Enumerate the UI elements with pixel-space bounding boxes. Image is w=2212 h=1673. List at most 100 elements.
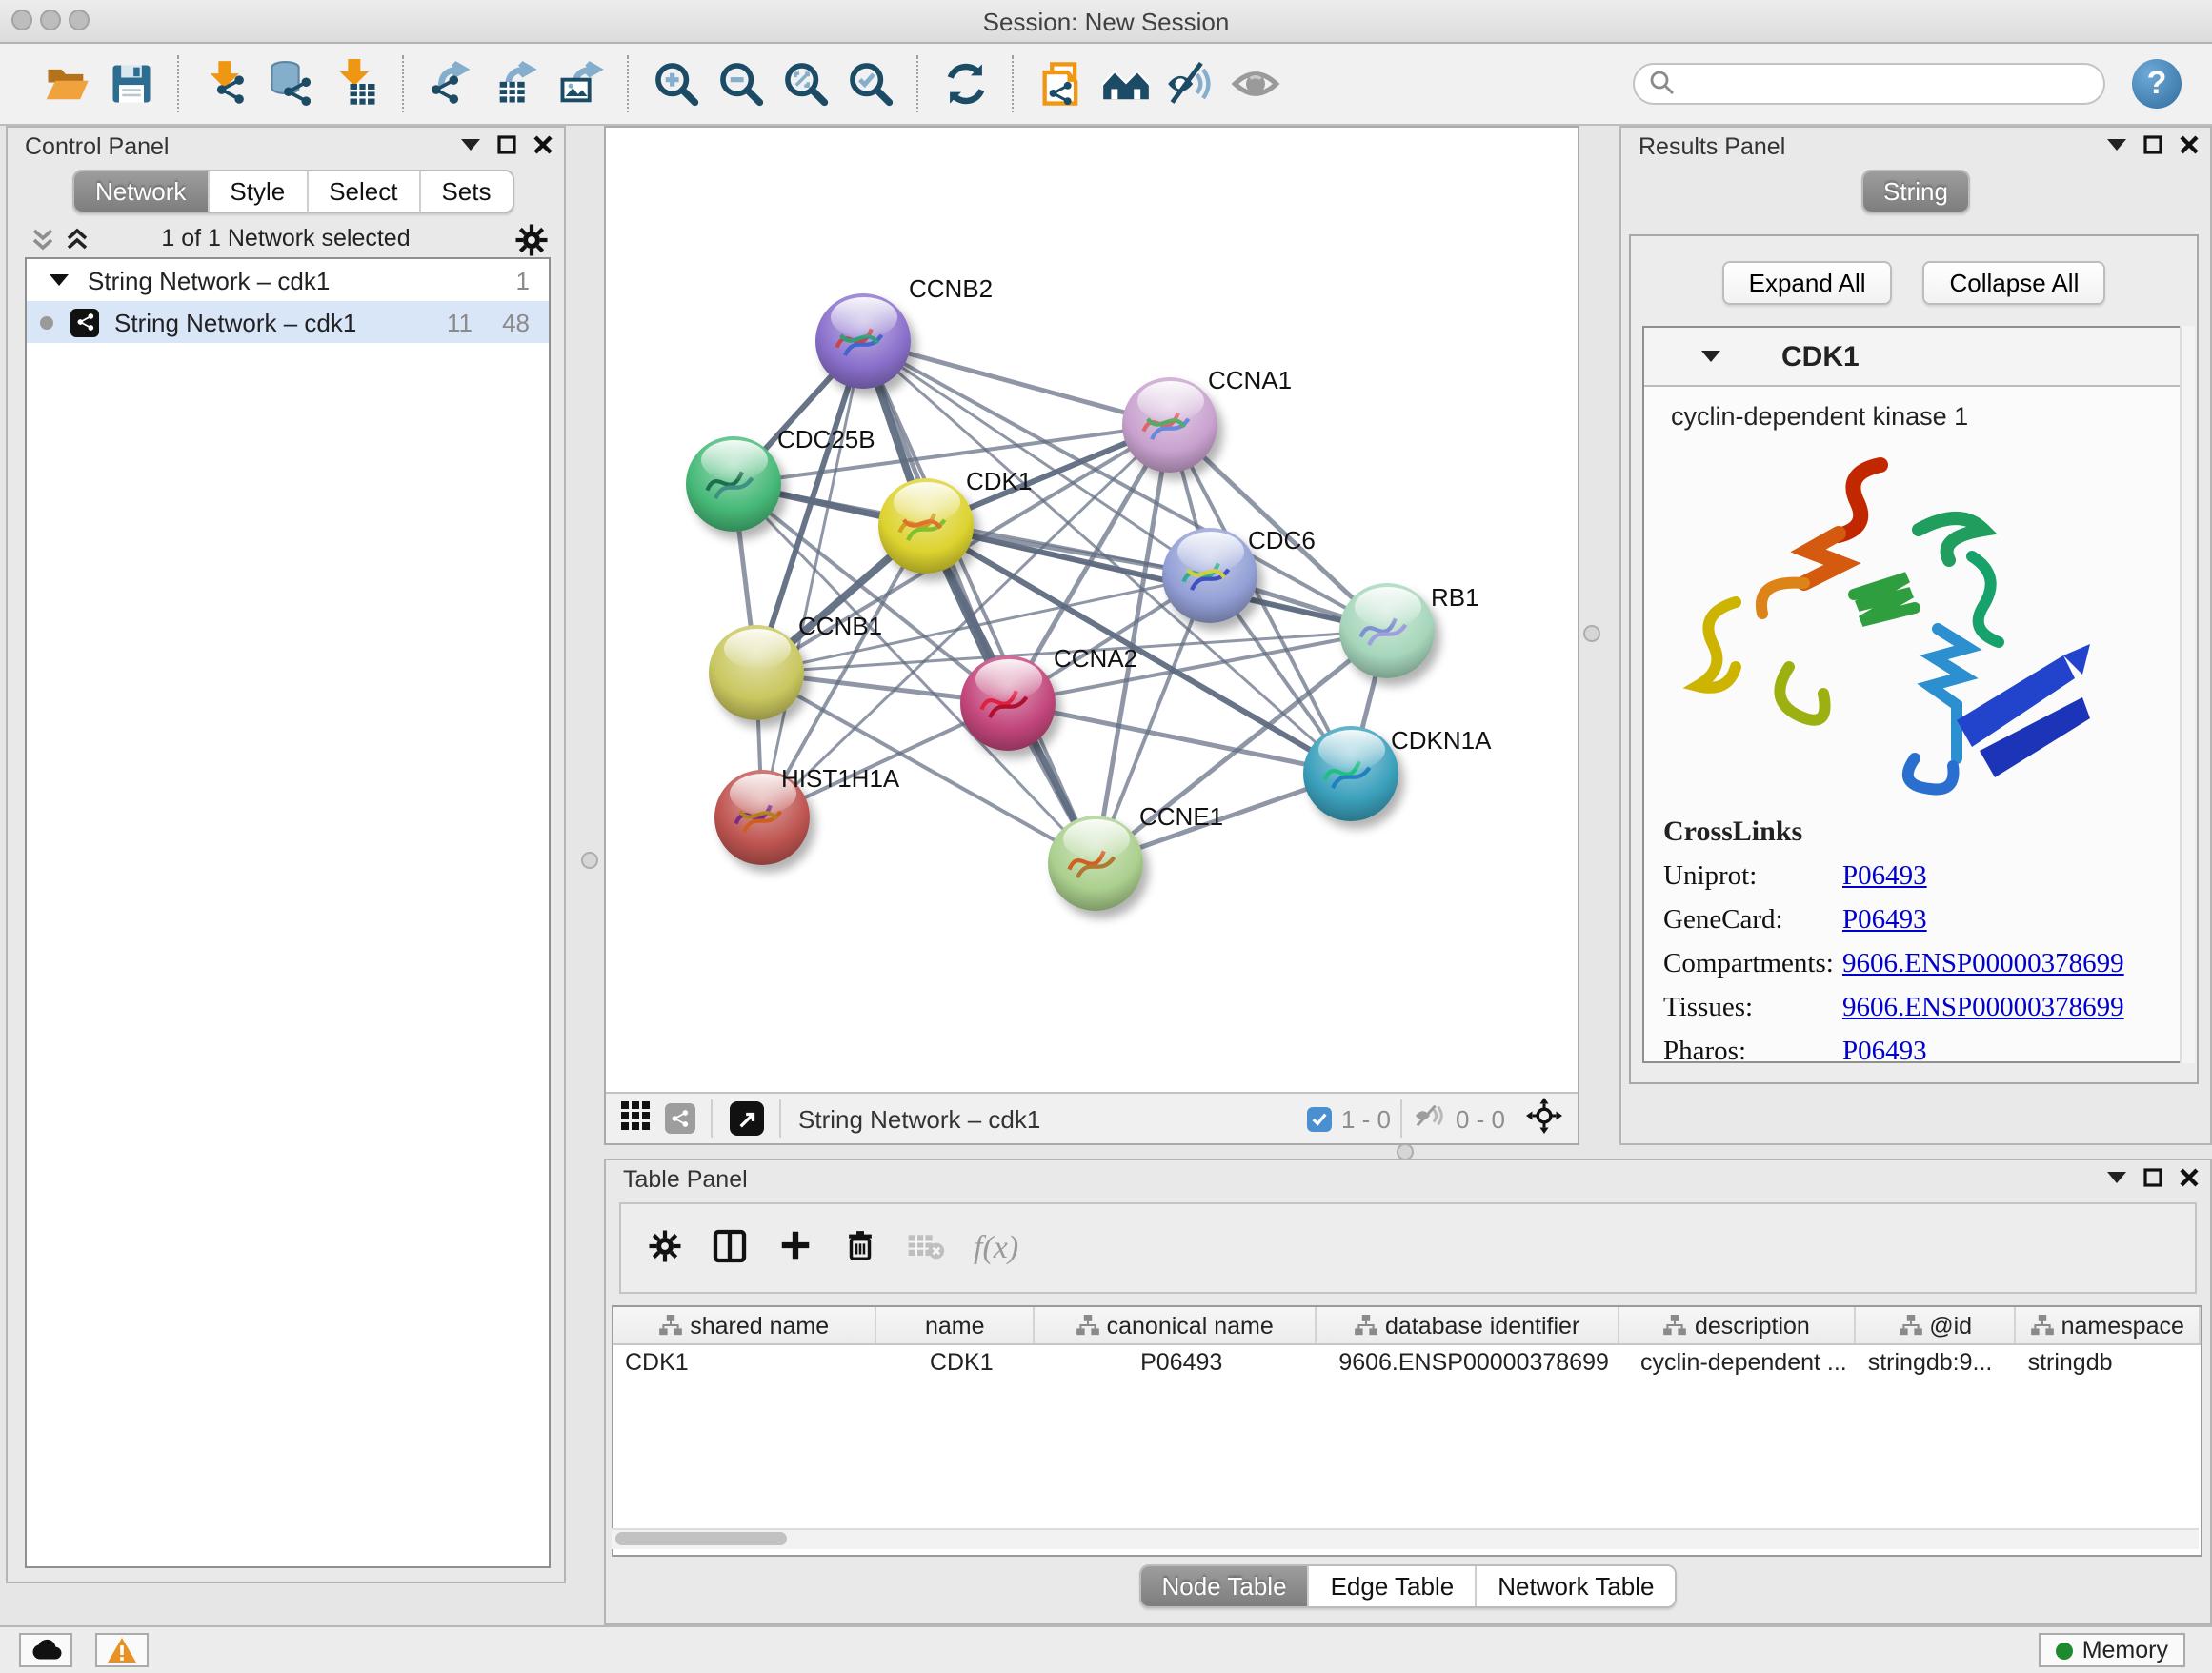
zoom-selected-button[interactable]	[838, 51, 903, 116]
column-header-sharedname[interactable]: shared name	[613, 1307, 876, 1343]
float-panel-icon[interactable]	[2143, 1168, 2162, 1187]
network-canvas[interactable]	[606, 128, 1579, 1096]
table-options-gear-icon[interactable]	[648, 1228, 682, 1268]
edge-CCNB2-HIST1H1A[interactable]	[762, 341, 863, 817]
delete-table-icon	[907, 1230, 945, 1266]
zoom-out-button[interactable]	[709, 51, 774, 116]
scrollbar-thumb[interactable]	[615, 1532, 787, 1545]
export-table-icon	[492, 59, 541, 109]
column-header-id[interactable]: @id	[1857, 1307, 2017, 1343]
float-panel-icon[interactable]	[2143, 135, 2162, 154]
network-share-icon[interactable]	[665, 1103, 695, 1134]
clone-network-button[interactable]	[1029, 51, 1094, 116]
import-table-button[interactable]	[324, 51, 389, 116]
tab-network-table[interactable]: Network Table	[1477, 1566, 1675, 1606]
network-node-CDKN1A[interactable]	[1303, 726, 1398, 821]
hidden-eye-slash-icon[interactable]	[1414, 1103, 1446, 1134]
export-network-button[interactable]	[419, 51, 484, 116]
table-horizontal-scrollbar[interactable]	[612, 1528, 2199, 1549]
crosslink-link[interactable]: P06493	[1842, 1037, 1927, 1063]
control-panel-tabs: NetworkStyleSelectSets	[72, 170, 514, 213]
crosslink-link[interactable]: 9606.ENSP00000378699	[1842, 949, 2124, 981]
crosslink-link[interactable]: P06493	[1842, 905, 1927, 937]
right-splitter-handle[interactable]	[1583, 625, 1600, 642]
refresh-view-button[interactable]	[934, 51, 998, 116]
collapse-section-icon[interactable]	[1701, 351, 1720, 362]
tab-node-table[interactable]: Node Table	[1140, 1566, 1309, 1606]
collapse-all-button[interactable]: Collapse All	[1923, 261, 2106, 305]
results-vertical-scrollbar[interactable]	[2180, 326, 2195, 1063]
network-node-RB1[interactable]	[1339, 583, 1435, 678]
zoom-fit-button[interactable]	[774, 51, 838, 116]
memory-button[interactable]: Memory	[2039, 1633, 2185, 1667]
detach-view-icon[interactable]	[730, 1101, 764, 1136]
birdseye-crosshair-icon[interactable]	[1526, 1098, 1562, 1139]
network-node-CCNB2[interactable]	[815, 293, 911, 389]
export-image-button[interactable]	[549, 51, 613, 116]
network-node-CCNA1[interactable]	[1122, 377, 1217, 473]
search-input[interactable]	[1675, 65, 2103, 103]
tab-network[interactable]: Network	[74, 171, 209, 212]
table-cell: 9606.ENSP00000378699	[1317, 1349, 1619, 1376]
save-session-button[interactable]	[99, 51, 164, 116]
column-header-canonicalname[interactable]: canonical name	[1035, 1307, 1317, 1343]
results-tab-string[interactable]: String	[1862, 171, 1969, 212]
crosslink-link[interactable]: P06493	[1842, 861, 1927, 894]
toolbar-separator	[627, 55, 631, 112]
help-button[interactable]: ?	[2132, 59, 2182, 109]
column-header-databaseidentifier[interactable]: database identifier	[1317, 1307, 1619, 1343]
expand-all-button[interactable]: Expand All	[1722, 261, 1893, 305]
close-panel-icon[interactable]	[533, 135, 553, 154]
protein-thumbnail	[831, 314, 888, 364]
column-header-description[interactable]: description	[1619, 1307, 1857, 1343]
create-column-plus-icon[interactable]	[777, 1227, 814, 1269]
tab-select[interactable]: Select	[308, 171, 420, 212]
collection-expand-icon[interactable]	[50, 274, 69, 286]
edge-CCNA2-CDKN1A[interactable]	[1008, 703, 1351, 774]
tab-edge-table[interactable]: Edge Table	[1310, 1566, 1478, 1606]
zoom-in-button[interactable]	[644, 51, 709, 116]
network-node-CDC25B[interactable]	[686, 436, 781, 532]
table-cell: stringdb	[2017, 1349, 2201, 1376]
network-tree: String Network – cdk1 1 String Network –…	[25, 257, 551, 1568]
network-node-CCNB1[interactable]	[709, 625, 804, 720]
open-session-button[interactable]	[34, 51, 99, 116]
grid-view-icon[interactable]	[621, 1101, 650, 1136]
network-collection-row[interactable]: String Network – cdk1 1	[27, 259, 549, 301]
tab-style[interactable]: Style	[209, 171, 308, 212]
selected-checkbox-icon[interactable]	[1307, 1106, 1332, 1131]
float-panel-icon[interactable]	[497, 135, 516, 154]
tab-sets[interactable]: Sets	[420, 171, 512, 212]
import-network-database-button[interactable]	[259, 51, 324, 116]
column-header-namespace[interactable]: namespace	[2017, 1307, 2201, 1343]
network-row-selected[interactable]: String Network – cdk1 11 48	[27, 301, 549, 343]
warning-status-button[interactable]	[95, 1633, 149, 1667]
crosslink-link[interactable]: 9606.ENSP00000378699	[1842, 993, 2124, 1025]
import-network-database-icon	[267, 59, 316, 109]
export-table-button[interactable]	[484, 51, 549, 116]
left-splitter-handle[interactable]	[581, 852, 598, 869]
toolbar-separator	[177, 55, 181, 112]
delete-column-trash-icon[interactable]	[842, 1227, 878, 1269]
import-network-button[interactable]	[194, 51, 259, 116]
table-row[interactable]: CDK1CDK1P064939606.ENSP00000378699cyclin…	[613, 1345, 2201, 1380]
show-all-gray-button[interactable]	[1223, 51, 1288, 116]
network-node-CDK1[interactable]	[878, 478, 974, 574]
toolbar-separator	[402, 55, 406, 112]
close-panel-icon[interactable]	[2180, 135, 2199, 154]
panel-menu-icon[interactable]	[461, 139, 480, 151]
cloud-status-button[interactable]	[19, 1633, 72, 1667]
birdseye-home-button[interactable]	[1094, 51, 1158, 116]
hide-selected-button[interactable]	[1158, 51, 1223, 116]
panel-menu-icon[interactable]	[2107, 1172, 2126, 1183]
network-node-CCNE1[interactable]	[1048, 816, 1143, 911]
column-header-name[interactable]: name	[876, 1307, 1035, 1343]
control-panel: Control Panel NetworkStyleSelectSets 1 o…	[6, 126, 566, 1583]
panel-menu-icon[interactable]	[2107, 139, 2126, 151]
gene-section-header[interactable]: CDK1	[1644, 328, 2183, 387]
network-node-CCNA2[interactable]	[960, 655, 1056, 751]
network-node-CDC6[interactable]	[1162, 528, 1257, 623]
search-box[interactable]	[1633, 63, 2105, 105]
close-panel-icon[interactable]	[2180, 1168, 2199, 1187]
show-columns-icon[interactable]	[711, 1226, 749, 1270]
